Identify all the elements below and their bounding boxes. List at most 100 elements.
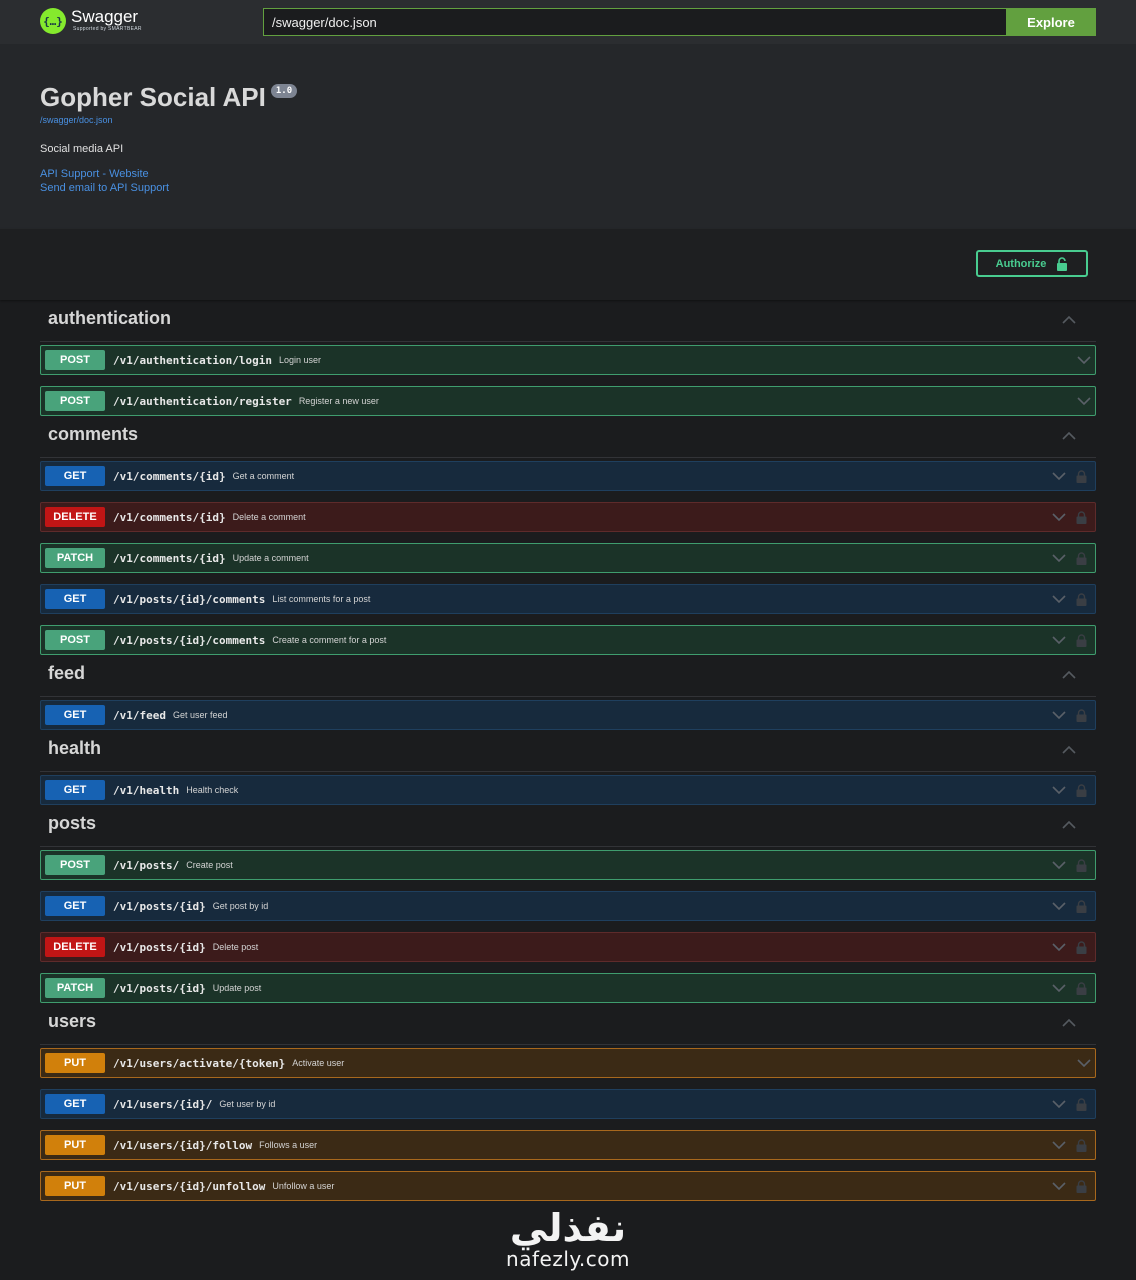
operation-row[interactable]: PATCH/v1/comments/{id} Update a comment [40, 543, 1096, 573]
chevron-down-icon[interactable] [1077, 355, 1091, 365]
operation-row[interactable]: GET/v1/comments/{id} Get a comment [40, 461, 1096, 491]
operation-row[interactable]: POST/v1/posts/{id}/comments Create a comm… [40, 625, 1096, 655]
operation-row[interactable]: GET/v1/posts/{id}/comments List comments … [40, 584, 1096, 614]
method-badge: POST [45, 391, 105, 411]
chevron-up-icon[interactable] [1062, 1014, 1076, 1032]
operation-row[interactable]: GET/v1/posts/{id} Get post by id [40, 891, 1096, 921]
lock-icon[interactable] [1076, 1097, 1087, 1111]
lock-icon[interactable] [1076, 1138, 1087, 1152]
lock-icon[interactable] [1076, 633, 1087, 647]
spec-link[interactable]: /swagger/doc.json [40, 115, 1096, 125]
lock-icon[interactable] [1076, 858, 1087, 872]
operation-row[interactable]: PUT/v1/users/{id}/unfollow Unfollow a use… [40, 1171, 1096, 1201]
operation-row[interactable]: PATCH/v1/posts/{id} Update post [40, 973, 1096, 1003]
operation-row[interactable]: GET/v1/users/{id}/ Get user by id [40, 1089, 1096, 1119]
lock-icon[interactable] [1076, 708, 1087, 722]
operation-path: /v1/posts/{id} [113, 981, 206, 995]
spec-url-input[interactable] [263, 8, 1006, 36]
lock-icon[interactable] [1076, 783, 1087, 797]
operation-summary: Health check [186, 785, 239, 795]
chevron-up-icon[interactable] [1062, 816, 1076, 834]
watermark-arabic: نفذلي [509, 1206, 627, 1250]
lock-icon[interactable] [1076, 551, 1087, 565]
operation-row[interactable]: DELETE/v1/comments/{id} Delete a comment [40, 502, 1096, 532]
chevron-down-icon[interactable] [1052, 635, 1066, 645]
operation-summary: Delete post [212, 942, 259, 952]
topbar: {…} Swagger Supported by SMARTBEAR Explo… [0, 0, 1136, 44]
lock-icon[interactable] [1076, 981, 1087, 995]
api-info: Gopher Social API 1.0 /swagger/doc.json … [0, 44, 1136, 229]
chevron-down-icon[interactable] [1077, 396, 1091, 406]
operation-summary: Delete a comment [232, 512, 306, 522]
operation-summary: Create post [186, 860, 233, 870]
method-badge: GET [45, 589, 105, 609]
chevron-down-icon[interactable] [1052, 1099, 1066, 1109]
chevron-down-icon[interactable] [1052, 983, 1066, 993]
operation-path: /v1/posts/{id}/comments [113, 633, 266, 647]
operation-row[interactable]: DELETE/v1/posts/{id} Delete post [40, 932, 1096, 962]
method-badge: GET [45, 1094, 105, 1114]
lock-icon[interactable] [1076, 940, 1087, 954]
chevron-down-icon[interactable] [1052, 942, 1066, 952]
swagger-logo[interactable]: {…} Swagger Supported by SMARTBEAR [40, 8, 142, 34]
watermark-latin: nafezly.com [506, 1247, 630, 1271]
method-badge: PATCH [45, 978, 105, 998]
tag-name: posts [48, 813, 97, 833]
chevron-down-icon[interactable] [1052, 471, 1066, 481]
operation-row[interactable]: PUT/v1/users/{id}/follow Follows a user [40, 1130, 1096, 1160]
chevron-up-icon[interactable] [1062, 741, 1076, 759]
operation-summary: Update a comment [232, 553, 309, 563]
contact-email-link[interactable]: Send email to API Support [40, 181, 1096, 195]
tag-header-comments[interactable]: comments [40, 416, 1096, 458]
contact-website-link[interactable]: API Support - Website [40, 167, 1096, 181]
chevron-down-icon[interactable] [1052, 785, 1066, 795]
authorize-button[interactable]: Authorize [976, 250, 1088, 277]
operation-path: /v1/posts/{id}/comments [113, 592, 266, 606]
operation-row[interactable]: POST/v1/authentication/register Register … [40, 386, 1096, 416]
operation-path: /v1/comments/{id} [113, 469, 226, 483]
chevron-down-icon[interactable] [1052, 901, 1066, 911]
chevron-down-icon[interactable] [1052, 710, 1066, 720]
chevron-up-icon[interactable] [1062, 427, 1076, 445]
operation-row[interactable]: PUT/v1/users/activate/{token} Activate us… [40, 1048, 1096, 1078]
chevron-down-icon[interactable] [1052, 1181, 1066, 1191]
tag-name: feed [48, 663, 86, 683]
version-badge: 1.0 [270, 84, 298, 98]
operation-path: /v1/posts/{id} [113, 940, 206, 954]
chevron-up-icon[interactable] [1062, 311, 1076, 329]
tag-header-posts[interactable]: posts [40, 805, 1096, 847]
chevron-down-icon[interactable] [1052, 553, 1066, 563]
tag-header-authentication[interactable]: authentication [40, 300, 1096, 342]
chevron-down-icon[interactable] [1077, 1058, 1091, 1068]
operation-row[interactable]: POST/v1/authentication/login Login user [40, 345, 1096, 375]
operation-summary: Get a comment [232, 471, 295, 481]
operation-row[interactable]: GET/v1/health Health check [40, 775, 1096, 805]
chevron-down-icon[interactable] [1052, 512, 1066, 522]
page-title: Gopher Social API [40, 82, 266, 112]
chevron-up-icon[interactable] [1062, 666, 1076, 684]
lock-icon[interactable] [1076, 510, 1087, 524]
operation-summary: Get user by id [219, 1099, 276, 1109]
chevron-down-icon[interactable] [1052, 860, 1066, 870]
tag-list: authentication POST/v1/authentication/log… [0, 300, 1136, 1201]
tag-header-users[interactable]: users [40, 1003, 1096, 1045]
chevron-down-icon[interactable] [1052, 594, 1066, 604]
logo-sub: Supported by SMARTBEAR [73, 26, 142, 32]
swagger-braces-icon: {…} [40, 8, 66, 34]
watermark: نفذلي nafezly.com [498, 1208, 638, 1270]
tag-name: comments [48, 424, 139, 444]
operation-row[interactable]: GET/v1/feed Get user feed [40, 700, 1096, 730]
lock-icon[interactable] [1076, 469, 1087, 483]
tag-header-feed[interactable]: feed [40, 655, 1096, 697]
method-badge: DELETE [45, 937, 105, 957]
chevron-down-icon[interactable] [1052, 1140, 1066, 1150]
explore-button[interactable]: Explore [1006, 8, 1096, 36]
method-badge: GET [45, 896, 105, 916]
lock-icon[interactable] [1076, 592, 1087, 606]
operation-row[interactable]: POST/v1/posts/Create post [40, 850, 1096, 880]
tag-header-health[interactable]: health [40, 730, 1096, 772]
lock-icon[interactable] [1076, 1179, 1087, 1193]
method-badge: POST [45, 855, 105, 875]
lock-icon[interactable] [1076, 899, 1087, 913]
operation-path: /v1/authentication/register [113, 394, 292, 408]
